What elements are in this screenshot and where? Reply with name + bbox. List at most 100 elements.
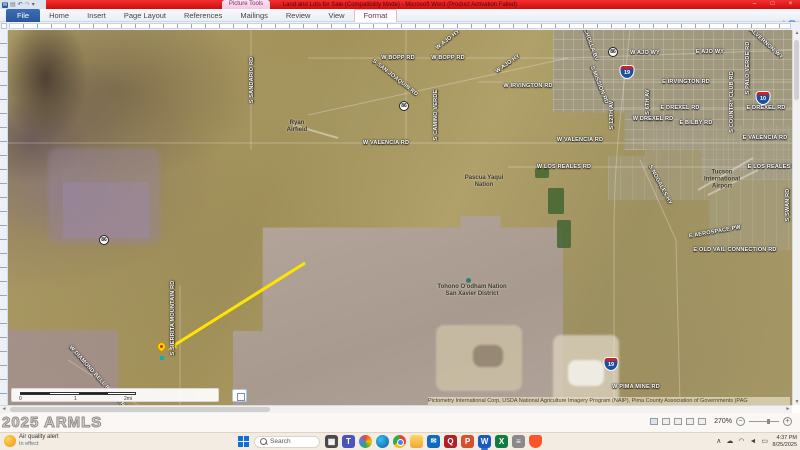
interstate-19-shield-icon: 19 [605, 358, 618, 370]
teams-icon[interactable]: T [342, 435, 355, 448]
place-label: Tohono O'odham Nation San Xavier Distric… [437, 284, 506, 298]
highway-86-shield-icon: 86 [99, 235, 109, 245]
map-picture[interactable]: W AJO HYW BOPP RDW BOPP RDS SAN JOAQUIN … [8, 30, 792, 405]
save-icon[interactable]: ▤ [10, 2, 16, 8]
road-label: W IRVINGTON RD [503, 83, 552, 89]
zoom-slider[interactable] [749, 421, 779, 422]
chrome-icon[interactable] [393, 435, 406, 448]
brave-icon[interactable] [529, 435, 542, 448]
tab-page-layout[interactable]: Page Layout [115, 9, 175, 22]
tab-references[interactable]: References [175, 9, 231, 22]
powerpoint-icon[interactable]: P [461, 435, 474, 448]
view-outline-button[interactable] [686, 418, 694, 425]
chevron-up-icon[interactable]: ∧ [716, 437, 721, 447]
map-control-button[interactable] [232, 389, 247, 402]
tab-mailings[interactable]: Mailings [231, 9, 277, 22]
quicken-icon[interactable]: Q [444, 435, 457, 448]
road-label: S PALO VERDE RD [745, 41, 751, 94]
close-button[interactable]: × [783, 0, 798, 8]
road-label: W AJO HY [435, 30, 461, 51]
scale-tick: 2mi [124, 396, 132, 402]
road-label: E AJO WY [696, 49, 724, 55]
road-label: W AJO HY [495, 53, 522, 74]
zoom-in-button[interactable]: + [783, 417, 792, 426]
fax-icon[interactable]: ≡ [512, 435, 525, 448]
scale-tick: 1 [74, 396, 77, 402]
status-bar: 2025 ARMLS 270% − + [0, 413, 800, 432]
volume-icon[interactable]: ◄ [749, 437, 756, 447]
road-label: W VALENCIA RD [363, 140, 409, 146]
redo-icon[interactable]: ↷ [25, 2, 30, 8]
view-web-layout-button[interactable] [674, 418, 682, 425]
chart-icon[interactable]: ▦ [325, 435, 338, 448]
view-fullscreen-button[interactable] [662, 418, 670, 425]
quick-access-toolbar: W ▤ ↶ ↷ ▾ [0, 0, 46, 9]
excel-icon[interactable]: X [495, 435, 508, 448]
word-icon[interactable]: W [478, 435, 491, 448]
highway-86-shield-icon: 86 [399, 101, 409, 111]
taskbar-center: Search ▦ T ✉ QPWX ≡ [238, 435, 542, 448]
scroll-up-icon[interactable]: ▲ [793, 30, 800, 36]
search-icon [260, 438, 267, 445]
onedrive-icon[interactable]: ☁ [726, 437, 733, 447]
photos-icon[interactable] [359, 435, 372, 448]
explorer-icon[interactable] [410, 435, 423, 448]
vertical-scrollbar[interactable]: ▲ ▼ [792, 30, 800, 405]
windows-start-icon[interactable] [238, 436, 249, 447]
map-labels-layer: W AJO HYW BOPP RDW BOPP RDS SAN JOAQUIN … [8, 30, 792, 405]
tab-insert[interactable]: Insert [78, 9, 115, 22]
road-label: W BOPP RD [431, 55, 464, 61]
scroll-left-icon[interactable]: ◄ [0, 406, 8, 412]
restore-button[interactable]: □ [765, 0, 780, 8]
window-title: Land and Lots for Sale (Compatibility Mo… [120, 1, 680, 9]
road-label: S CAMINO VERDE [433, 90, 439, 141]
undo-icon[interactable]: ↶ [18, 2, 23, 8]
picture-tools-header: Picture Tools [222, 0, 270, 9]
battery-icon[interactable]: ▭ [761, 437, 768, 447]
tab-file[interactable]: File [6, 9, 40, 22]
scroll-right-icon[interactable]: ► [784, 406, 792, 412]
interstate-10-shield-icon: 10 [757, 92, 770, 104]
highway-86-shield-icon: 86 [608, 47, 618, 57]
weather-line1: Air quality alert [19, 434, 59, 441]
view-print-layout-button[interactable] [650, 418, 658, 425]
tab-view[interactable]: View [319, 9, 353, 22]
vertical-scroll-thumb[interactable] [794, 40, 799, 100]
road-label: E IRVINGTON RD [662, 79, 710, 85]
qat-customize-icon[interactable]: ▾ [32, 2, 35, 8]
network-icon[interactable]: ◠ [738, 437, 744, 447]
word-app-icon: W [2, 2, 8, 8]
map-attribution: Pictometry International Corp, USDA Nati… [428, 397, 790, 405]
tab-format[interactable]: Format [354, 9, 398, 22]
scroll-down-icon[interactable]: ▼ [793, 399, 800, 405]
road-label: E VALENCIA RD [743, 135, 788, 141]
view-draft-button[interactable] [698, 418, 706, 425]
zoom-level[interactable]: 270% [714, 418, 732, 425]
horizontal-ruler[interactable] [0, 22, 800, 30]
zoom-slider-knob[interactable] [767, 419, 770, 424]
road-label: S MISSION RD [589, 65, 610, 105]
vertical-ruler[interactable] [0, 30, 8, 405]
road-label: W AJO WY [630, 50, 660, 56]
search-box[interactable]: Search [254, 436, 320, 448]
road-label: S SIERRITA MOUNTAIN RD [170, 281, 176, 356]
system-tray: ∧ ☁ ◠ ◄ ▭ [716, 437, 768, 447]
taskbar-clock[interactable]: 4:37 PM 8/25/2025 [773, 435, 797, 449]
place-label: Pascua Yaqui Nation [465, 175, 504, 189]
road-label: W PIMA MINE RD [612, 384, 660, 390]
tab-selector[interactable] [1, 23, 7, 29]
word-window: Land and Lots for Sale (Compatibility Mo… [0, 0, 800, 450]
minimize-button[interactable]: – [747, 0, 762, 8]
tab-review[interactable]: Review [277, 9, 320, 22]
edge-icon[interactable] [376, 435, 389, 448]
zoom-out-button[interactable]: − [736, 417, 745, 426]
ribbon-tabs: FileHomeInsertPage LayoutReferencesMaili… [0, 9, 800, 22]
weather-widget[interactable]: Air quality alert In effect [4, 434, 59, 447]
pond-dot [466, 278, 471, 283]
horizontal-scroll-thumb[interactable] [10, 407, 270, 412]
taskbar: Air quality alert In effect Search ▦ T ✉ QP… [0, 432, 800, 450]
mail-icon[interactable]: ✉ [427, 435, 440, 448]
horizontal-scrollbar[interactable]: ◄ ► [0, 405, 792, 413]
title-bar: Land and Lots for Sale (Compatibility Mo… [0, 0, 800, 9]
tab-home[interactable]: Home [40, 9, 78, 22]
